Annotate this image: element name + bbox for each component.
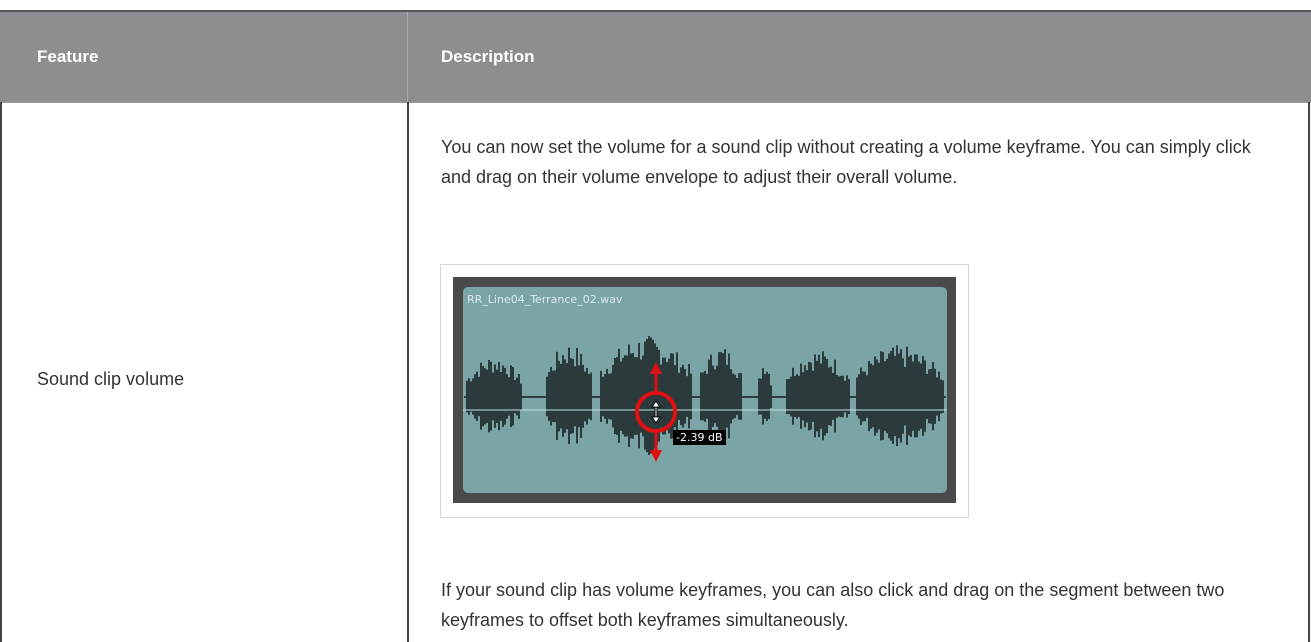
feature-table: Feature Description Sound clip volume Yo… (0, 0, 1311, 642)
volume-db-label: -2.39 dB (673, 430, 726, 445)
description-intro: You can now set the volume for a sound c… (441, 137, 1251, 187)
header-description: Description (441, 47, 535, 66)
sound-clip-figure: RR_Line04_Terrance_02.wav -2.39 dB (440, 264, 969, 518)
header-divider (407, 12, 408, 102)
table-left-border (0, 102, 2, 642)
column-divider (407, 102, 409, 642)
clip-name-label: RR_Line04_Terrance_02.wav (467, 293, 623, 306)
header-feature: Feature (37, 47, 99, 66)
header-bottom-border (0, 102, 1311, 103)
feature-cell: Sound clip volume (37, 369, 185, 389)
table-header (0, 12, 1311, 102)
table-right-border (1308, 102, 1310, 642)
description-outro: If your sound clip has volume keyframes,… (441, 580, 1225, 630)
